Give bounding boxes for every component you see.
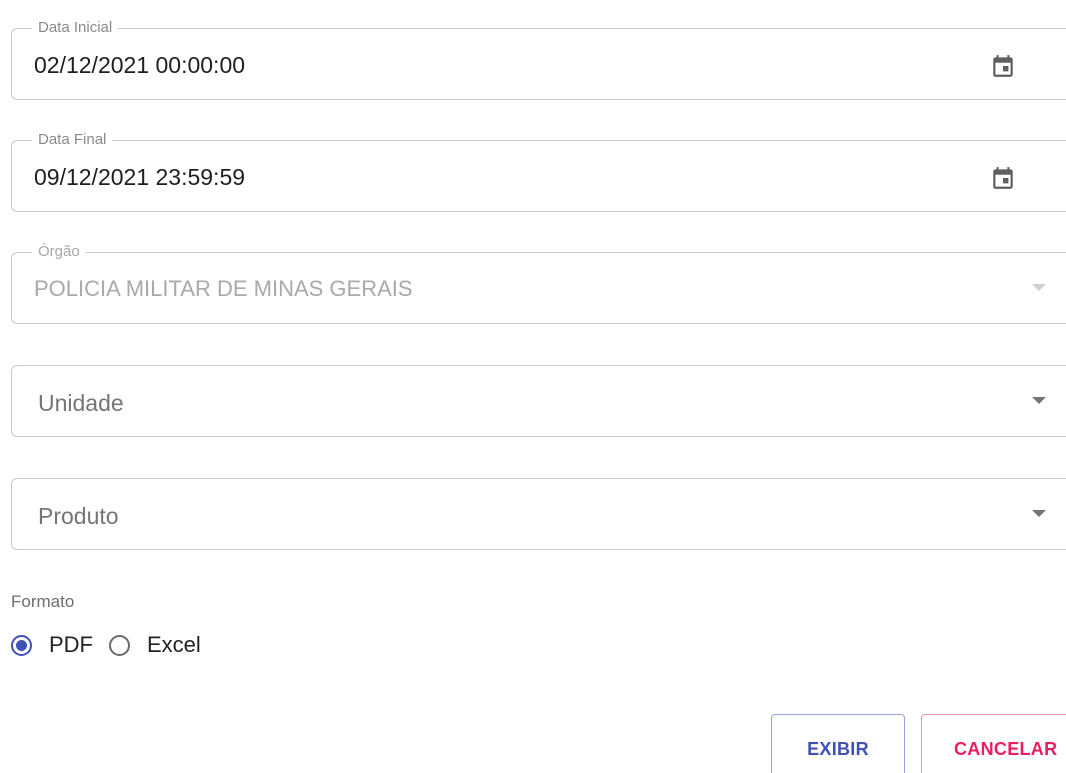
dropdown-arrow-icon[interactable] <box>1032 510 1046 517</box>
calendar-icon[interactable] <box>990 53 1016 79</box>
unidade-placeholder: Unidade <box>38 390 124 416</box>
formato-radio-group: PDF Excel <box>11 632 217 658</box>
calendar-icon[interactable] <box>990 165 1016 191</box>
data-inicial-field[interactable]: Data Inicial 02/12/2021 00:00:00 <box>11 19 1066 100</box>
radio-pdf[interactable]: PDF <box>11 632 93 658</box>
data-final-label: Data Final <box>32 131 113 149</box>
radio-excel-label[interactable]: Excel <box>147 632 201 658</box>
unidade-select[interactable]: Unidade <box>11 365 1066 437</box>
orgao-value: POLICIA MILITAR DE MINAS GERAIS <box>34 276 413 301</box>
radio-unchecked-icon[interactable] <box>109 634 130 656</box>
produto-placeholder: Produto <box>38 503 119 529</box>
orgao-select: Órgão POLICIA MILITAR DE MINAS GERAIS <box>11 243 1066 324</box>
radio-excel[interactable]: Excel <box>109 632 201 658</box>
formato-label: Formato <box>11 592 75 611</box>
radio-checked-icon[interactable] <box>11 634 32 656</box>
dropdown-arrow-icon[interactable] <box>1032 397 1046 404</box>
radio-pdf-label[interactable]: PDF <box>49 632 93 658</box>
data-inicial-label: Data Inicial <box>32 19 119 37</box>
cancelar-button[interactable]: CANCELAR <box>921 714 1066 773</box>
data-final-value[interactable]: 09/12/2021 23:59:59 <box>34 162 245 192</box>
dropdown-arrow-icon <box>1032 284 1046 291</box>
data-final-field[interactable]: Data Final 09/12/2021 23:59:59 <box>11 131 1066 212</box>
produto-select[interactable]: Produto <box>11 478 1066 550</box>
exibir-button[interactable]: EXIBIR <box>771 714 905 773</box>
data-inicial-value[interactable]: 02/12/2021 00:00:00 <box>34 50 245 80</box>
report-filter-form: Data Inicial 02/12/2021 00:00:00 Data Fi… <box>0 0 1066 773</box>
orgao-label: Órgão <box>32 243 86 261</box>
